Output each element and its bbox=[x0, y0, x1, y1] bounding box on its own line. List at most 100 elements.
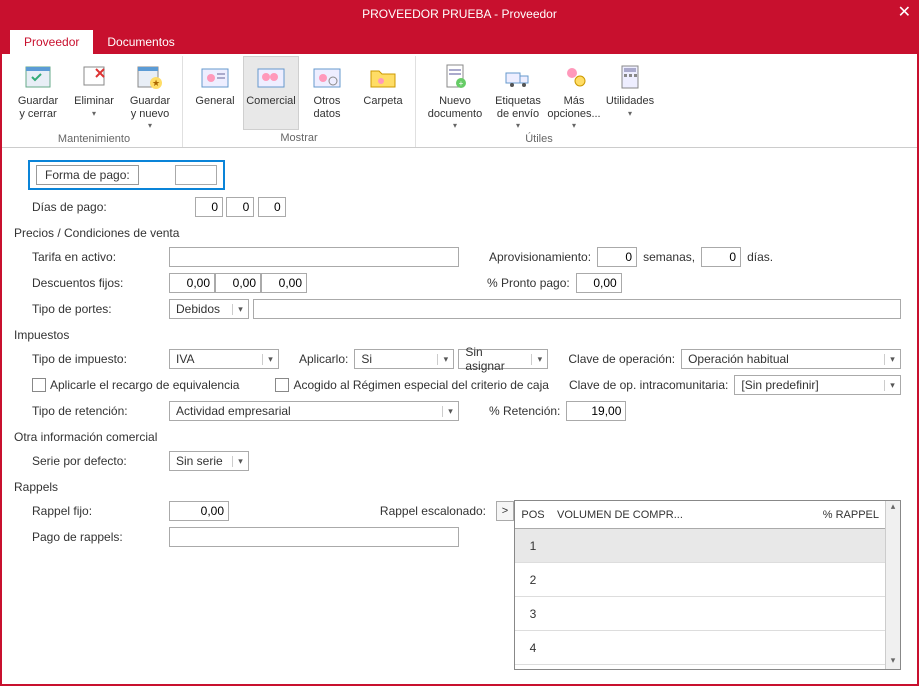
svg-text:+: + bbox=[459, 79, 464, 88]
portes-extra-input[interactable] bbox=[253, 299, 901, 319]
chevron-down-icon: ▾ bbox=[453, 121, 457, 130]
scrollbar[interactable]: ▴ ▾ bbox=[885, 501, 900, 669]
aprov-semanas-unit: semanas, bbox=[643, 250, 695, 264]
users-card-icon bbox=[255, 61, 287, 93]
portes-label: Tipo de portes: bbox=[14, 302, 169, 316]
tipo-imp-select[interactable]: IVA ▾ bbox=[169, 349, 279, 369]
form-body: Forma de pago: Días de pago: Precios / C… bbox=[0, 148, 919, 686]
chevron-down-icon: ▾ bbox=[262, 354, 278, 365]
chevron-down-icon: ▾ bbox=[437, 354, 453, 365]
dias-pago-1[interactable] bbox=[195, 197, 223, 217]
clave-intra-select[interactable]: [Sin predefinir] ▾ bbox=[734, 375, 901, 395]
aprov-dias-unit: días. bbox=[747, 250, 773, 264]
pct-retencion-label: % Retención: bbox=[489, 404, 560, 418]
aplicarlo-select[interactable]: Si ▾ bbox=[354, 349, 454, 369]
scroll-up-icon[interactable]: ▴ bbox=[886, 501, 900, 515]
col-rappel: % RAPPEL bbox=[785, 509, 885, 521]
forma-pago-input[interactable] bbox=[175, 165, 217, 185]
tabstrip: Proveedor Documentos bbox=[0, 28, 919, 54]
btn-general[interactable]: General bbox=[187, 56, 243, 130]
rappel-escalonado-label: Rappel escalonado: bbox=[380, 504, 486, 518]
btn-carpeta[interactable]: Carpeta bbox=[355, 56, 411, 130]
calc-icon bbox=[614, 61, 646, 93]
svg-text:★: ★ bbox=[152, 78, 160, 88]
acogido-label: Acogido al Régimen especial del criterio… bbox=[293, 378, 548, 392]
table-row[interactable]: 2 bbox=[515, 563, 885, 597]
pronto-input[interactable] bbox=[576, 273, 622, 293]
ribbon-group-mostrar: General Comercial Otros datos Carpeta Mo… bbox=[183, 56, 416, 147]
btn-utilidades[interactable]: Utilidades ▾ bbox=[602, 56, 658, 131]
pct-retencion-input[interactable] bbox=[566, 401, 626, 421]
chevron-down-icon: ▾ bbox=[232, 456, 248, 467]
new-doc-icon: + bbox=[439, 61, 471, 93]
scroll-down-icon[interactable]: ▾ bbox=[886, 655, 900, 669]
desc-label: Descuentos fijos: bbox=[14, 276, 169, 290]
tarifa-input[interactable] bbox=[169, 247, 459, 267]
recargo-label: Aplicarle el recargo de equivalencia bbox=[50, 378, 239, 392]
table-row[interactable]: 4 bbox=[515, 631, 885, 665]
tipo-imp-label: Tipo de impuesto: bbox=[14, 352, 169, 366]
chevron-down-icon: ▾ bbox=[442, 406, 458, 417]
save-close-icon bbox=[22, 61, 54, 93]
close-icon[interactable]: ✕ bbox=[898, 2, 911, 22]
section-rappels: Rappels bbox=[14, 480, 901, 494]
dias-pago-3[interactable] bbox=[258, 197, 286, 217]
chevron-down-icon: ▾ bbox=[572, 121, 576, 130]
col-pos: POS bbox=[515, 509, 551, 521]
aprov-label: Aprovisionamiento: bbox=[489, 250, 591, 264]
tarifa-label: Tarifa en activo: bbox=[14, 250, 169, 264]
btn-guardar-cerrar[interactable]: Guardar y cerrar bbox=[10, 56, 66, 131]
forma-pago-field: Forma de pago: bbox=[28, 160, 225, 190]
table-row[interactable]: 3 bbox=[515, 597, 885, 631]
dias-pago-2[interactable] bbox=[226, 197, 254, 217]
tab-documentos[interactable]: Documentos bbox=[93, 30, 188, 54]
tab-proveedor[interactable]: Proveedor bbox=[10, 30, 93, 54]
section-impuestos: Impuestos bbox=[14, 328, 901, 342]
serie-select[interactable]: Sin serie ▾ bbox=[169, 451, 249, 471]
btn-etiquetas-envio[interactable]: Etiquetas de envío ▾ bbox=[490, 56, 546, 131]
acogido-checkbox[interactable] bbox=[275, 378, 289, 392]
btn-eliminar[interactable]: Eliminar ▾ bbox=[66, 56, 122, 131]
clave-op-label: Clave de operación: bbox=[568, 352, 675, 366]
rappel-fijo-label: Rappel fijo: bbox=[14, 504, 169, 518]
titlebar: PROVEEDOR PRUEBA - Proveedor ✕ bbox=[0, 0, 919, 28]
pago-rappels-input[interactable] bbox=[169, 527, 459, 547]
aplicarlo-label: Aplicarlo: bbox=[299, 352, 348, 366]
desc-1[interactable] bbox=[169, 273, 215, 293]
btn-comercial[interactable]: Comercial bbox=[243, 56, 299, 130]
more-icon bbox=[558, 61, 590, 93]
pago-rappels-label: Pago de rappels: bbox=[14, 530, 169, 544]
retencion-select[interactable]: Actividad empresarial ▾ bbox=[169, 401, 459, 421]
aprov-dias-input[interactable] bbox=[701, 247, 741, 267]
desc-3[interactable] bbox=[261, 273, 307, 293]
aprov-semanas-input[interactable] bbox=[597, 247, 637, 267]
retencion-label: Tipo de retención: bbox=[14, 404, 169, 418]
desc-2[interactable] bbox=[215, 273, 261, 293]
serie-label: Serie por defecto: bbox=[14, 454, 169, 468]
clave-op-select[interactable]: Operación habitual ▾ bbox=[681, 349, 901, 369]
chevron-down-icon: ▾ bbox=[531, 354, 547, 365]
chevron-down-icon: ▾ bbox=[884, 354, 900, 365]
save-new-icon: ★ bbox=[134, 61, 166, 93]
table-row[interactable]: 1 bbox=[515, 529, 885, 563]
ribbon-label-mostrar: Mostrar bbox=[280, 130, 317, 147]
asignar-select[interactable]: Sin asignar ▾ bbox=[458, 349, 548, 369]
chevron-down-icon: ▾ bbox=[884, 380, 900, 391]
window-border bbox=[0, 0, 2, 686]
user-card-icon bbox=[199, 61, 231, 93]
btn-otros-datos[interactable]: Otros datos bbox=[299, 56, 355, 130]
clave-intra-label: Clave de op. intracomunitaria: bbox=[569, 378, 728, 392]
rappel-fijo-input[interactable] bbox=[169, 501, 229, 521]
ribbon-group-mantenimiento: Guardar y cerrar Eliminar ▾ ★ Guardar y … bbox=[6, 56, 183, 147]
btn-mas-opciones[interactable]: Más opciones... ▾ bbox=[546, 56, 602, 131]
btn-nuevo-documento[interactable]: + Nuevo documento ▾ bbox=[420, 56, 490, 131]
rappel-table-header: POS VOLUMEN DE COMPR... % RAPPEL bbox=[515, 501, 885, 529]
ribbon-group-utiles: + Nuevo documento ▾ Etiquetas de envío ▾… bbox=[416, 56, 662, 147]
section-otra-info: Otra información comercial bbox=[14, 430, 901, 444]
rappel-escalonado-button[interactable]: > bbox=[496, 501, 514, 521]
ribbon-label-utiles: Útiles bbox=[525, 131, 553, 148]
portes-select[interactable]: Debidos ▾ bbox=[169, 299, 249, 319]
recargo-checkbox[interactable] bbox=[32, 378, 46, 392]
btn-guardar-nuevo[interactable]: ★ Guardar y nuevo ▾ bbox=[122, 56, 178, 131]
section-precios: Precios / Condiciones de venta bbox=[14, 226, 901, 240]
